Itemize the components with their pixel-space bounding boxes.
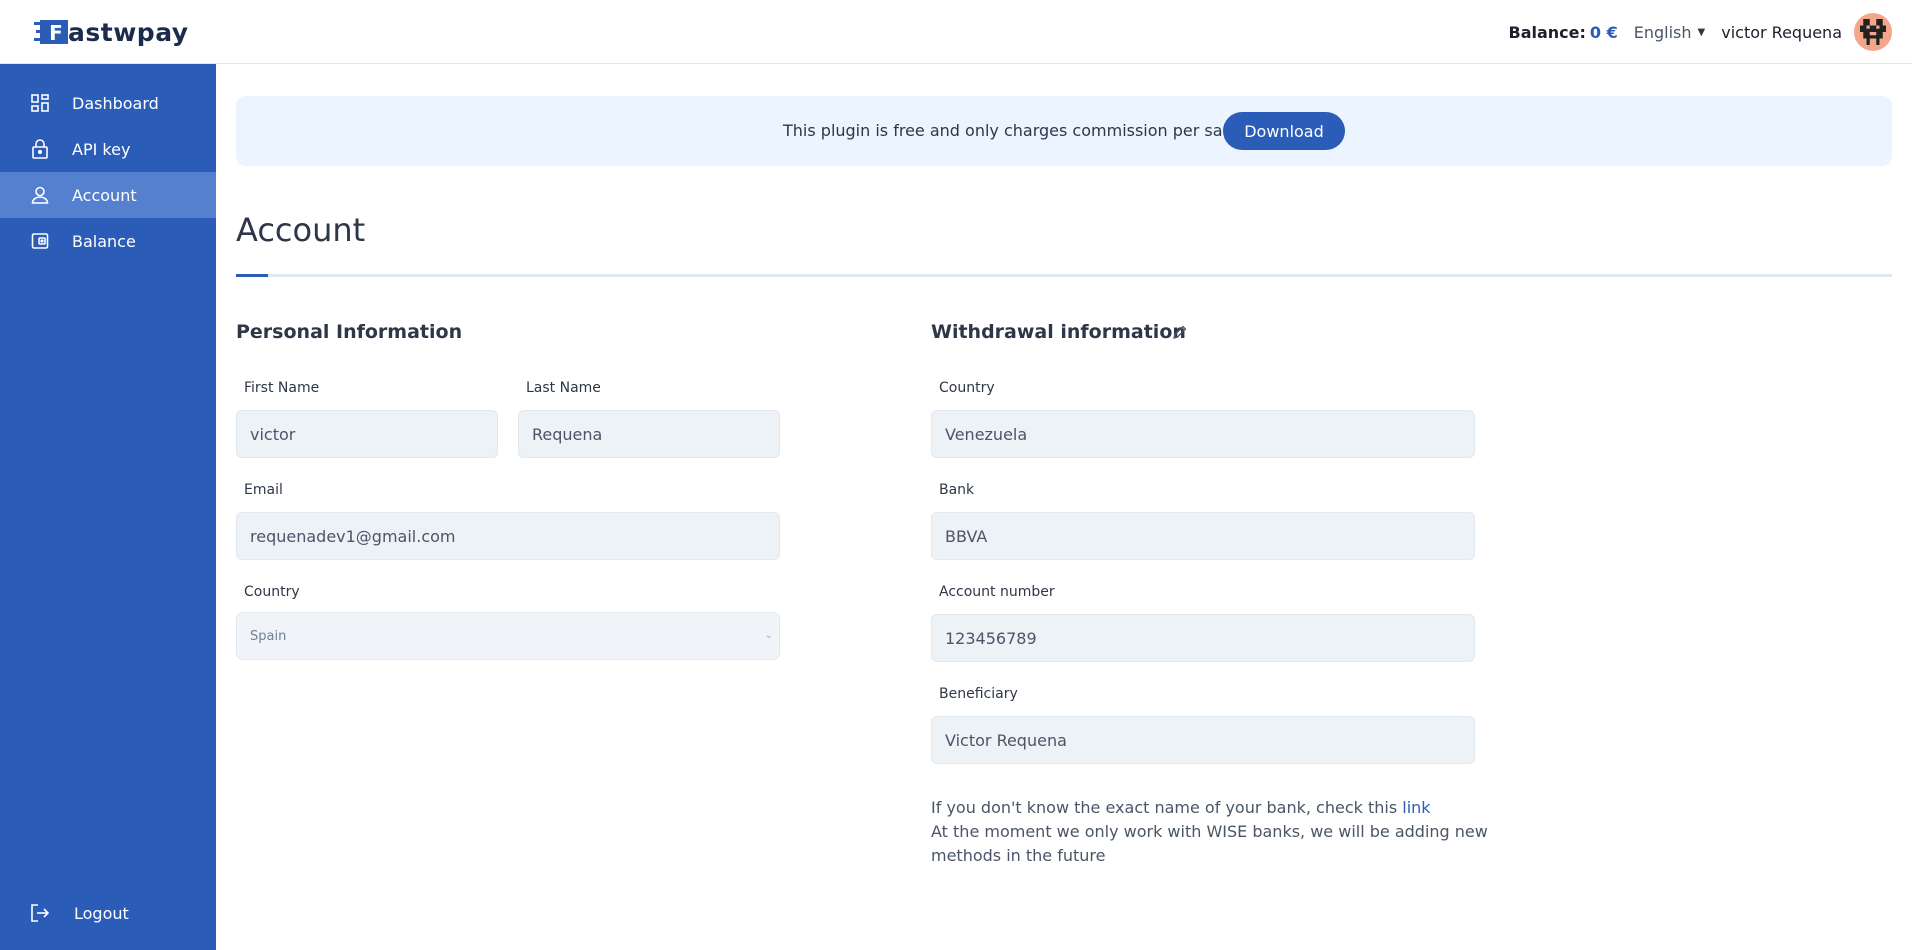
bank-label: Bank: [939, 482, 975, 498]
first-name-label: First Name: [244, 380, 320, 396]
account-number-field[interactable]: 123456789: [931, 614, 1475, 662]
sidebar-item-api-key[interactable]: API key: [0, 126, 216, 172]
sidebar-item-balance[interactable]: Balance: [0, 218, 216, 264]
bank-help-note: If you don't know the exact name of your…: [931, 798, 1431, 817]
plugin-banner: This plugin is free and only charges com…: [236, 96, 1892, 166]
personal-country-value: Spain: [250, 628, 287, 644]
sidebar-item-dashboard[interactable]: Dashboard: [0, 80, 216, 126]
page-title: Account: [236, 211, 366, 249]
wallet-icon: [30, 231, 50, 251]
header-right: Balance: 0 € English ▼ victor Requena: [1508, 0, 1892, 64]
sidebar-item-label: Account: [72, 185, 137, 205]
top-header: F astwpay Balance: 0 € English ▼ victor …: [0, 0, 1912, 64]
account-number-label: Account number: [939, 584, 1055, 600]
title-divider: [236, 274, 1892, 277]
withdrawal-country-label: Country: [939, 380, 995, 396]
fastwpay-logo[interactable]: F astwpay: [34, 16, 189, 48]
last-name-label: Last Name: [526, 380, 601, 396]
email-label: Email: [244, 482, 283, 498]
user-name[interactable]: victor Requena: [1721, 23, 1842, 42]
beneficiary-field[interactable]: Victor Requena: [931, 716, 1475, 764]
logout-label: Logout: [74, 903, 129, 923]
logo-icon: F: [34, 20, 68, 45]
withdrawal-information-title: Withdrawal information: [931, 321, 1186, 343]
logo-text: astwpay: [68, 17, 189, 47]
caret-down-icon: ▼: [1697, 26, 1706, 38]
sidebar-item-account[interactable]: Account: [0, 172, 216, 218]
download-button[interactable]: Download: [1223, 112, 1345, 150]
lock-icon: [30, 139, 50, 159]
first-name-field[interactable]: victor: [236, 410, 498, 458]
sidebar-item-label: API key: [72, 139, 131, 159]
language-selector[interactable]: English ▼: [1634, 23, 1705, 42]
personal-country-label: Country: [244, 584, 300, 600]
withdrawal-country-field[interactable]: Venezuela: [931, 410, 1475, 458]
wise-note-line2: methods in the future: [931, 846, 1106, 865]
pixel-avatar-icon: [1860, 19, 1886, 45]
sidebar-item-label: Balance: [72, 231, 136, 251]
wise-note-line1: At the moment we only work with WISE ban…: [931, 822, 1488, 841]
title-accent-bar: [236, 274, 268, 277]
sidebar-item-label: Dashboard: [72, 93, 159, 113]
logout-button[interactable]: Logout: [0, 890, 216, 936]
user-icon: [30, 185, 50, 205]
pencil-edit-icon[interactable]: [1172, 324, 1188, 340]
balance-label: Balance:: [1508, 22, 1586, 42]
personal-country-select[interactable]: Spain ⌄: [236, 612, 780, 660]
language-label: English: [1633, 22, 1692, 42]
bank-field[interactable]: BBVA: [931, 512, 1475, 560]
email-field[interactable]: requenadev1@gmail.com: [236, 512, 780, 560]
avatar[interactable]: [1854, 13, 1892, 51]
balance-value: 0 €: [1589, 22, 1618, 42]
beneficiary-label: Beneficiary: [939, 686, 1018, 702]
personal-information-title: Personal Information: [236, 321, 463, 343]
banner-text: This plugin is free and only charges com…: [783, 121, 1237, 140]
sidebar: Dashboard API key Account Balance Logout: [0, 64, 216, 950]
logout-icon: [30, 903, 50, 923]
bank-help-link[interactable]: link: [1402, 798, 1430, 817]
last-name-field[interactable]: Requena: [518, 410, 780, 458]
logo-letter: F: [49, 21, 63, 45]
dashboard-icon: [30, 93, 50, 113]
chevron-down-icon: ⌄: [764, 630, 773, 641]
bank-help-text: If you don't know the exact name of your…: [931, 798, 1398, 817]
